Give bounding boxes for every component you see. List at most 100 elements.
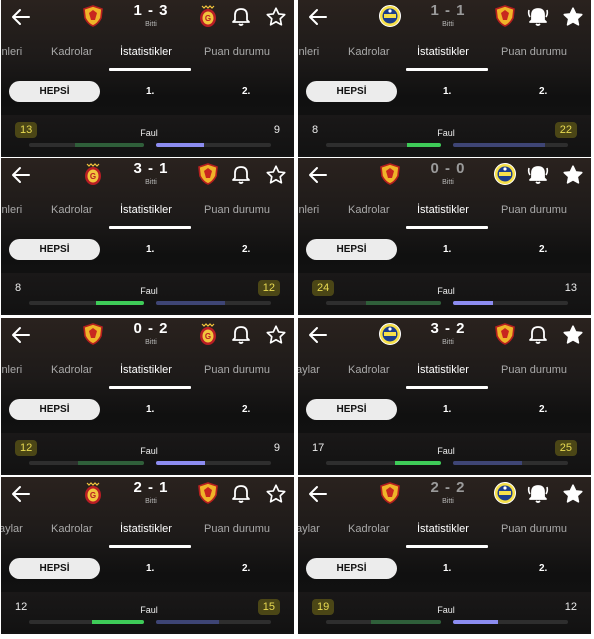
tab-puan-durumu[interactable]: Puan durumu xyxy=(501,204,567,216)
tab-kadrolar[interactable]: Kadrolar xyxy=(348,523,390,535)
home-team-crest-icon[interactable] xyxy=(378,481,402,505)
period-all-button[interactable]: HEPSİ xyxy=(306,399,397,420)
tab-bar: aylar Kadrolar İstatistikler Puan durumu xyxy=(298,515,591,549)
tab-puan-durumu[interactable]: Puan durumu xyxy=(501,46,567,58)
tab-istatistikler[interactable]: İstatistikler xyxy=(120,204,172,216)
away-team-crest-icon[interactable] xyxy=(493,162,517,186)
tab-kadrolar[interactable]: Kadrolar xyxy=(348,204,390,216)
home-team-crest-icon[interactable]: G xyxy=(81,481,105,505)
tab-bar: inleri Kadrolar İstatistikler Puan durumu xyxy=(298,196,591,230)
back-arrow-icon[interactable] xyxy=(306,323,330,347)
bell-icon[interactable] xyxy=(230,5,252,27)
home-team-crest-icon[interactable]: G xyxy=(81,162,105,186)
home-team-crest-icon[interactable] xyxy=(81,322,105,346)
tab-partial[interactable]: inleri xyxy=(1,46,22,58)
period-all-button[interactable]: HEPSİ xyxy=(9,399,100,420)
period-first-half-button[interactable]: 1. xyxy=(443,563,451,574)
back-arrow-icon[interactable] xyxy=(306,163,330,187)
home-team-crest-icon[interactable] xyxy=(378,322,402,346)
away-team-crest-icon[interactable]: G xyxy=(196,4,220,28)
away-team-crest-icon[interactable] xyxy=(196,162,220,186)
star-icon[interactable] xyxy=(561,323,585,347)
back-arrow-icon[interactable] xyxy=(9,163,33,187)
back-arrow-icon[interactable] xyxy=(306,482,330,506)
away-team-crest-icon[interactable]: G xyxy=(196,322,220,346)
away-stat-bar-fill xyxy=(156,620,220,624)
home-team-crest-icon[interactable] xyxy=(378,162,402,186)
period-first-half-button[interactable]: 1. xyxy=(443,244,451,255)
tab-istatistikler[interactable]: İstatistikler xyxy=(417,204,469,216)
period-second-half-button[interactable]: 2. xyxy=(539,404,547,415)
period-first-half-button[interactable]: 1. xyxy=(146,86,154,97)
period-first-half-button[interactable]: 1. xyxy=(443,86,451,97)
star-icon[interactable] xyxy=(264,163,288,187)
period-second-half-button[interactable]: 2. xyxy=(539,86,547,97)
tab-istatistikler[interactable]: İstatistikler xyxy=(417,364,469,376)
bell-icon[interactable] xyxy=(527,5,549,27)
tab-istatistikler[interactable]: İstatistikler xyxy=(120,523,172,535)
period-second-half-button[interactable]: 2. xyxy=(539,563,547,574)
tab-partial[interactable]: inleri xyxy=(1,204,22,216)
away-stat-value: 15 xyxy=(257,599,280,615)
bell-icon[interactable] xyxy=(230,323,252,345)
tab-puan-durumu[interactable]: Puan durumu xyxy=(204,364,270,376)
period-first-half-button[interactable]: 1. xyxy=(146,244,154,255)
star-icon[interactable] xyxy=(561,482,585,506)
star-icon[interactable] xyxy=(264,5,288,29)
away-team-crest-icon[interactable] xyxy=(493,481,517,505)
bell-icon[interactable] xyxy=(527,163,549,185)
period-second-half-button[interactable]: 2. xyxy=(242,563,250,574)
tab-puan-durumu[interactable]: Puan durumu xyxy=(501,523,567,535)
tab-partial[interactable]: aylar xyxy=(298,364,320,376)
star-icon[interactable] xyxy=(264,323,288,347)
tab-kadrolar[interactable]: Kadrolar xyxy=(348,46,390,58)
period-second-half-button[interactable]: 2. xyxy=(242,404,250,415)
tab-puan-durumu[interactable]: Puan durumu xyxy=(501,364,567,376)
period-all-button[interactable]: HEPSİ xyxy=(9,558,100,579)
tab-kadrolar[interactable]: Kadrolar xyxy=(51,204,93,216)
bell-icon[interactable] xyxy=(230,163,252,185)
period-all-button[interactable]: HEPSİ xyxy=(306,558,397,579)
period-first-half-button[interactable]: 1. xyxy=(146,563,154,574)
tab-istatistikler[interactable]: İstatistikler xyxy=(417,46,469,58)
tab-partial[interactable]: aylar xyxy=(1,523,23,535)
star-icon[interactable] xyxy=(264,482,288,506)
period-first-half-button[interactable]: 1. xyxy=(146,404,154,415)
period-all-button[interactable]: HEPSİ xyxy=(306,239,397,260)
tab-kadrolar[interactable]: Kadrolar xyxy=(51,46,93,58)
period-second-half-button[interactable]: 2. xyxy=(242,244,250,255)
back-arrow-icon[interactable] xyxy=(9,482,33,506)
tab-partial[interactable]: aylar xyxy=(298,523,320,535)
tab-puan-durumu[interactable]: Puan durumu xyxy=(204,204,270,216)
period-first-half-button[interactable]: 1. xyxy=(443,404,451,415)
tab-puan-durumu[interactable]: Puan durumu xyxy=(204,46,270,58)
bell-icon[interactable] xyxy=(527,323,549,345)
away-team-crest-icon[interactable] xyxy=(493,4,517,28)
period-all-button[interactable]: HEPSİ xyxy=(306,81,397,102)
away-team-crest-icon[interactable] xyxy=(493,322,517,346)
tab-kadrolar[interactable]: Kadrolar xyxy=(348,364,390,376)
back-arrow-icon[interactable] xyxy=(9,323,33,347)
tab-kadrolar[interactable]: Kadrolar xyxy=(51,523,93,535)
home-team-crest-icon[interactable] xyxy=(81,4,105,28)
tab-istatistikler[interactable]: İstatistikler xyxy=(120,364,172,376)
home-team-crest-icon[interactable] xyxy=(378,4,402,28)
period-all-button[interactable]: HEPSİ xyxy=(9,81,100,102)
period-second-half-button[interactable]: 2. xyxy=(242,86,250,97)
tab-partial[interactable]: inleri xyxy=(298,46,319,58)
period-second-half-button[interactable]: 2. xyxy=(539,244,547,255)
tab-istatistikler[interactable]: İstatistikler xyxy=(120,46,172,58)
tab-partial[interactable]: inleri xyxy=(298,204,319,216)
star-icon[interactable] xyxy=(561,163,585,187)
tab-istatistikler[interactable]: İstatistikler xyxy=(417,523,469,535)
star-icon[interactable] xyxy=(561,5,585,29)
back-arrow-icon[interactable] xyxy=(9,5,33,29)
period-all-button[interactable]: HEPSİ xyxy=(9,239,100,260)
bell-icon[interactable] xyxy=(230,482,252,504)
tab-partial[interactable]: inleri xyxy=(1,364,22,376)
away-team-crest-icon[interactable] xyxy=(196,481,220,505)
tab-puan-durumu[interactable]: Puan durumu xyxy=(204,523,270,535)
tab-kadrolar[interactable]: Kadrolar xyxy=(51,364,93,376)
back-arrow-icon[interactable] xyxy=(306,5,330,29)
bell-icon[interactable] xyxy=(527,482,549,504)
